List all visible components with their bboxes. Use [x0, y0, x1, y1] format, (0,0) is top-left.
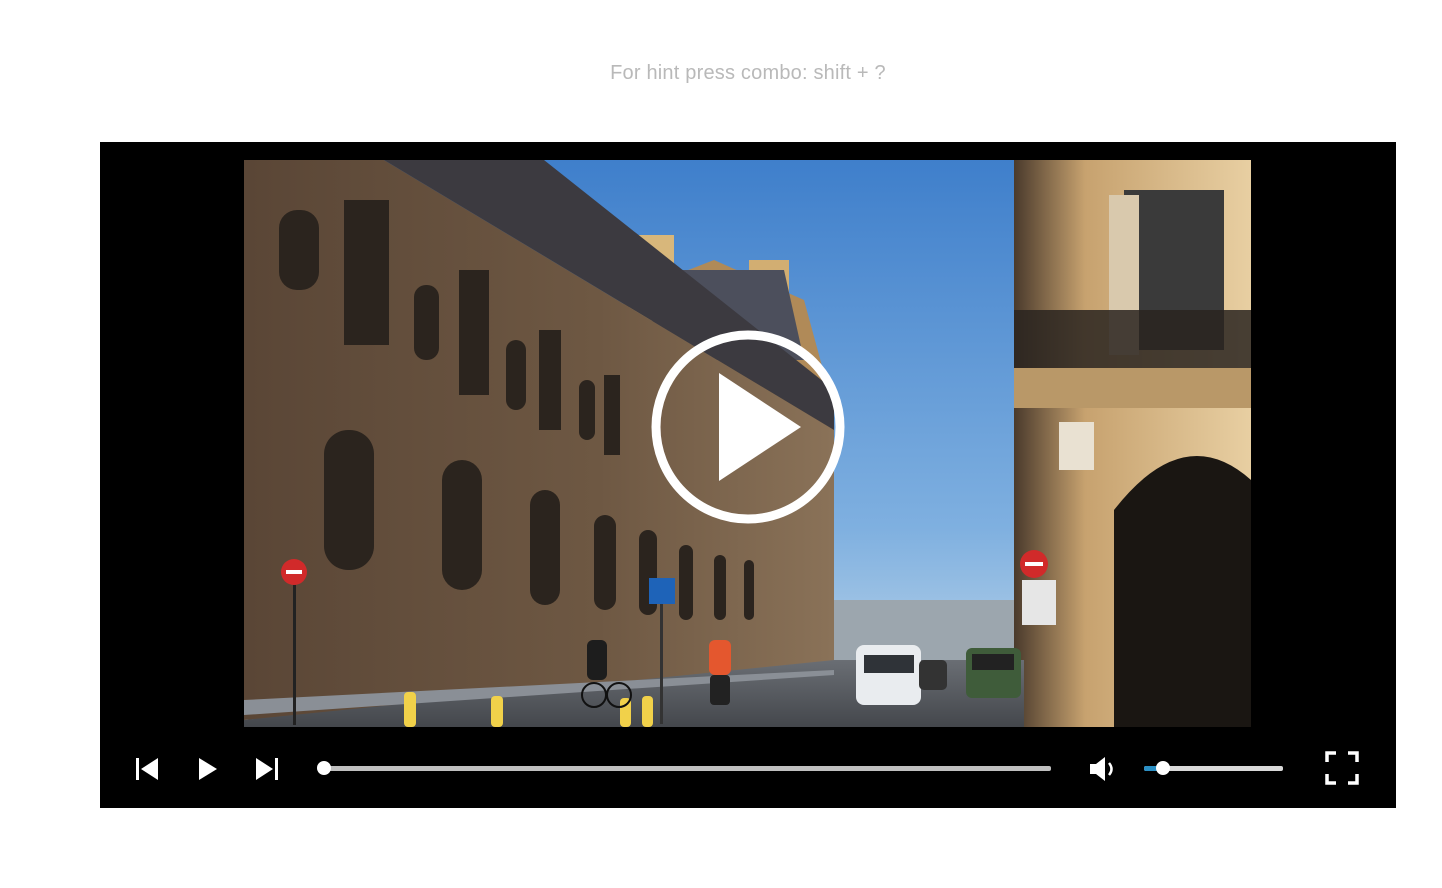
control-bar — [100, 727, 1396, 808]
play-icon — [199, 758, 217, 780]
next-button[interactable] — [254, 756, 280, 787]
progress-thumb[interactable] — [317, 761, 331, 775]
fullscreen-icon — [1325, 751, 1359, 785]
mute-button[interactable] — [1088, 755, 1118, 788]
play-overlay-button[interactable] — [649, 328, 847, 526]
previous-button[interactable] — [134, 756, 160, 787]
video-player[interactable] — [100, 142, 1396, 808]
volume-slider[interactable] — [1144, 761, 1283, 775]
skip-next-icon — [256, 758, 278, 780]
progress-bar[interactable] — [317, 761, 1051, 775]
play-circle-icon — [651, 330, 845, 524]
volume-low-icon — [1090, 757, 1113, 781]
play-button[interactable] — [197, 756, 219, 787]
skip-previous-icon — [136, 758, 158, 780]
hint-text: For hint press combo: shift + ? — [610, 62, 886, 84]
fullscreen-button[interactable] — [1325, 751, 1359, 790]
volume-thumb[interactable] — [1156, 761, 1171, 775]
